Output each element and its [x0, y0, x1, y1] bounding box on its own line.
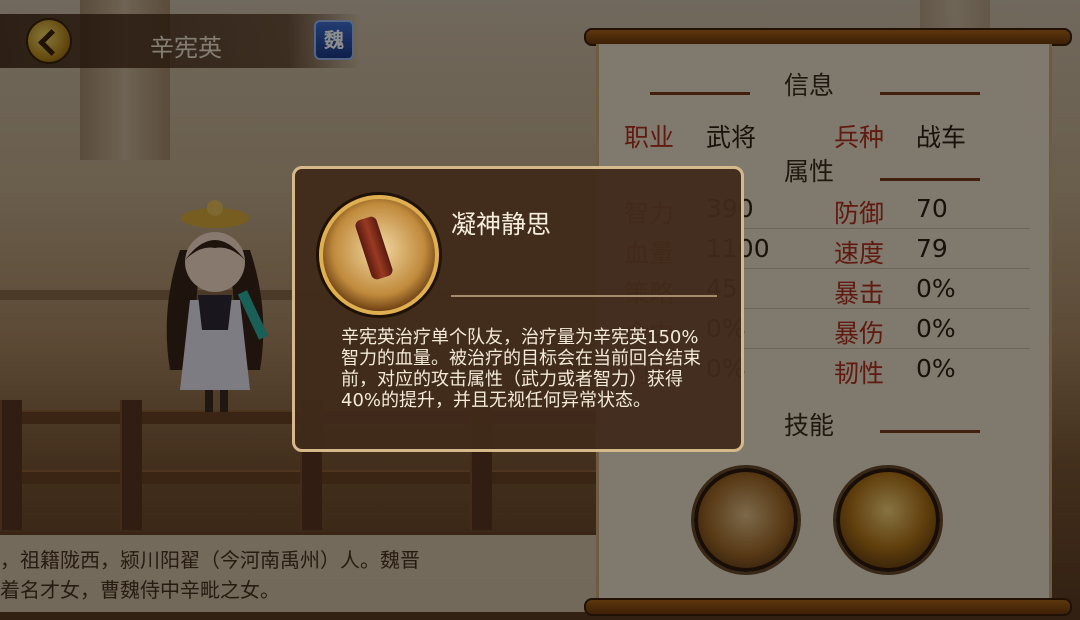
skill-tooltip: 凝神静思 辛宪英治疗单个队友，治疗量为辛宪英150%智力的血量。被治疗的目标会在… — [292, 166, 744, 452]
skill-name: 凝神静思 — [451, 210, 552, 239]
skill-description: 辛宪英治疗单个队友，治疗量为辛宪英150%智力的血量。被治疗的目标会在当前回合结… — [341, 327, 701, 411]
scroll-skill-icon — [319, 195, 439, 315]
tooltip-divider — [451, 295, 717, 297]
